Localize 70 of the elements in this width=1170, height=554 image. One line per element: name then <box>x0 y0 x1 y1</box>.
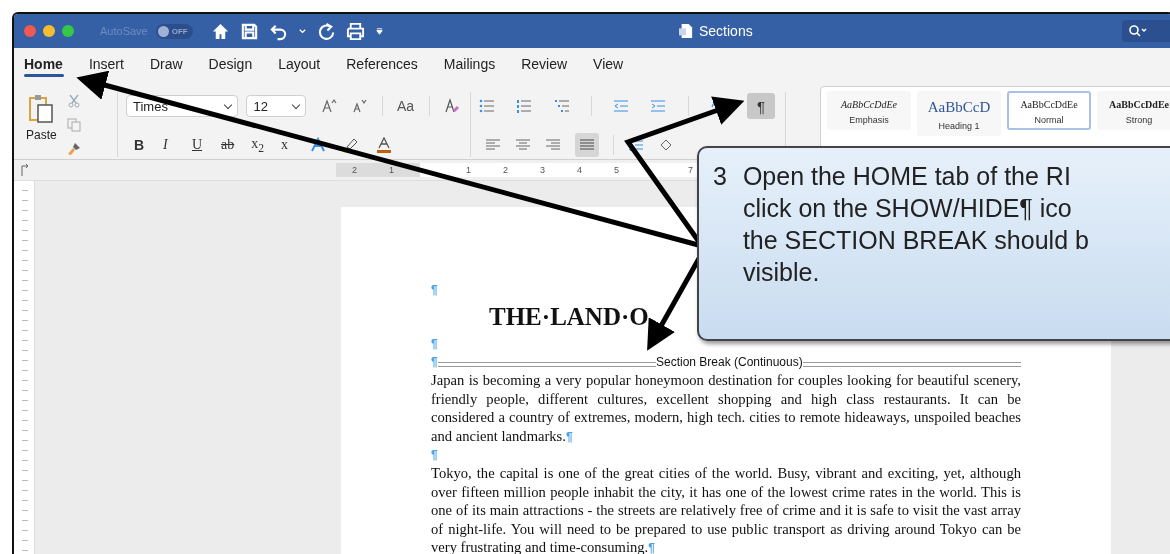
ruler-number: 2 <box>502 165 509 175</box>
customize-icon[interactable] <box>374 26 384 36</box>
ribbon-tab[interactable]: References <box>333 50 431 78</box>
ruler-number: 3 <box>539 165 546 175</box>
autosave-label: AutoSave <box>100 25 148 37</box>
style-item[interactable]: AaBbCcDdEe Strong <box>1097 91 1170 130</box>
paragraph: Japan is becoming a very popular honeymoon destination for couples looking for beautiful scenery, friendly people, different cultures, excellent shopping and high class restaurants. It can be considered a country of extremes, modern, high tech. cities to remote hideaways, unspoiled beaches and ancient landmarks.¶ <box>431 371 1021 446</box>
ribbon-tab[interactable]: View <box>580 50 637 78</box>
ribbon-tab[interactable]: Home <box>22 50 76 78</box>
paste-icon <box>28 94 55 124</box>
format-button[interactable]: x$_{2}$ <box>251 135 265 155</box>
search-icon <box>1128 24 1148 38</box>
ribbon-tab[interactable]: Review <box>508 50 581 78</box>
ruler-number: 7 <box>687 165 694 175</box>
instruction-text: the SECTION BREAK should b <box>742 225 1089 256</box>
font-color-icon[interactable] <box>376 137 393 153</box>
paragraph-mark: ¶ <box>431 283 438 297</box>
format-button[interactable]: U <box>192 137 204 153</box>
ribbon-tab[interactable]: Design <box>195 50 266 78</box>
show-hide-button[interactable]: ¶ <box>747 93 775 119</box>
minimize-button[interactable] <box>43 25 55 37</box>
ruler-number: 5 <box>613 165 620 175</box>
style-item[interactable]: AaBbCcDdEe Emphasis <box>827 91 911 130</box>
instruction-text: visible. <box>742 257 821 288</box>
window-title: Sections <box>699 23 753 39</box>
print-icon[interactable] <box>345 21 365 41</box>
ruler-number: 1 <box>465 165 472 175</box>
step-number: 3 <box>713 161 727 192</box>
style-item[interactable]: AaBbCcDdEe Normal <box>1007 91 1091 130</box>
line-spacing-icon[interactable] <box>628 137 644 153</box>
multilevel-list-icon[interactable] <box>553 98 570 114</box>
document-title: THE·LAND·O <box>489 303 649 330</box>
paragraph-mark: ¶ <box>431 448 438 462</box>
format-button[interactable]: B <box>134 137 146 153</box>
style-item[interactable]: AaBbCcD Heading 1 <box>917 91 1001 136</box>
shading-icon[interactable] <box>658 137 674 153</box>
clear-format-icon[interactable] <box>443 98 460 114</box>
paste-button[interactable]: Paste <box>22 92 61 144</box>
search-field[interactable] <box>1122 20 1170 42</box>
ruler-number: 2 <box>351 165 358 175</box>
zoom-button[interactable] <box>62 25 74 37</box>
format-button[interactable]: ab <box>221 137 235 153</box>
format-button[interactable]: x <box>281 137 294 153</box>
text-effects-icon[interactable] <box>310 137 327 153</box>
instruction-text: Open the HOME tab of the RI <box>742 161 1072 192</box>
section-break: Section Break (Continuous) <box>655 354 803 371</box>
format-button[interactable]: I <box>163 137 175 153</box>
ruler-number: 1 <box>388 165 395 175</box>
bullets-icon[interactable] <box>479 98 495 114</box>
home-icon[interactable] <box>210 21 230 41</box>
ribbon-tab[interactable]: Layout <box>265 50 334 78</box>
font-size-field[interactable]: 12 <box>246 95 307 117</box>
ribbon-tab[interactable]: Insert <box>75 50 137 78</box>
tab-stop-icon[interactable] <box>20 164 30 176</box>
brush-icon[interactable] <box>66 142 81 156</box>
shrink-font-icon[interactable] <box>351 98 368 114</box>
ribbon-tab[interactable]: Draw <box>136 50 196 78</box>
ribbon-tab[interactable]: Mailings <box>430 50 509 78</box>
save-icon[interactable] <box>239 21 259 41</box>
redo-icon[interactable] <box>316 21 336 41</box>
paragraph-mark: ¶ <box>431 354 438 371</box>
ruler-number: 4 <box>576 165 583 175</box>
change-case-button[interactable]: Aa <box>397 98 415 114</box>
document-icon <box>679 23 693 39</box>
paragraph-mark: ¶ <box>431 337 438 351</box>
instruction-text: click on the SHOW/HIDE¶ ico <box>742 193 1073 224</box>
grow-font-icon[interactable] <box>320 98 337 114</box>
highlighter-icon[interactable] <box>343 137 360 153</box>
numbering-icon[interactable] <box>516 98 533 114</box>
caret-icon[interactable] <box>297 26 307 36</box>
